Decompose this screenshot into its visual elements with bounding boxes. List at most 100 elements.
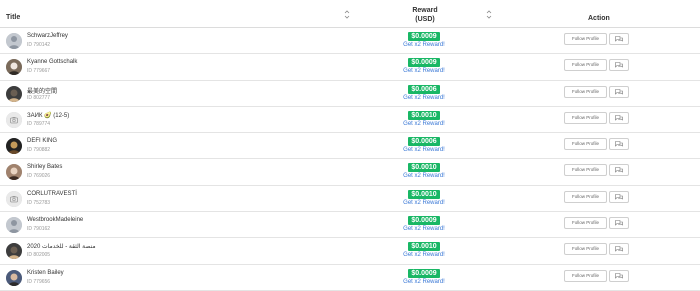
get-x2-reward-link[interactable]: Get x2 Reward!	[392, 121, 456, 127]
chat-icon	[615, 193, 623, 200]
chat-icon	[615, 246, 623, 253]
get-x2-reward-link[interactable]: Get x2 Reward!	[392, 200, 456, 206]
follow-profile-button[interactable]: Follow Profile	[564, 111, 607, 124]
chat-icon	[615, 272, 623, 279]
chat-icon	[615, 88, 623, 95]
avatar[interactable]	[6, 217, 22, 234]
sort-icon[interactable]	[486, 10, 492, 19]
table-row: Kyanne Gottschalk ID 779667 $0.0009 Get x2 …	[0, 54, 700, 81]
reward-badge: $0.0010	[408, 242, 440, 252]
reward-badge: $0.0009	[408, 58, 440, 68]
chat-icon	[615, 167, 623, 174]
message-button[interactable]	[609, 269, 629, 282]
table-row: SchwarzJeffrey ID 790142 $0.0009 Get x2 Rew…	[0, 28, 700, 55]
profile-name[interactable]: ЗАИК 🥑 (12-5)	[27, 112, 69, 119]
profile-id: ID 790882	[27, 147, 51, 154]
message-button[interactable]	[609, 217, 629, 230]
table-row: Shirley Bates ID 769026 $0.0010 Get x2 Rewa…	[0, 159, 700, 186]
reward-header-unit: (USD)	[415, 16, 435, 23]
profile-id: ID 790142	[27, 42, 51, 48]
table-body: SchwarzJeffrey ID 790142 $0.0009 Get x2 Rew…	[0, 28, 700, 291]
table-row: Kristen Bailey ID 779656 $0.0009 Get x2 Rew…	[0, 265, 700, 291]
avatar[interactable]	[6, 59, 22, 76]
profile-id: ID 779656	[27, 278, 51, 285]
get-x2-reward-link[interactable]: Get x2 Reward!	[392, 147, 456, 153]
get-x2-reward-link[interactable]: Get x2 Reward!	[392, 226, 456, 232]
follow-profile-button[interactable]: Follow Profile	[564, 85, 607, 98]
profile-id: ID 769026	[27, 173, 51, 180]
message-button[interactable]	[609, 33, 629, 45]
reward-badge: $0.0010	[408, 110, 440, 120]
profile-name[interactable]: WestbrookMadeleine	[27, 217, 83, 223]
follow-profile-button[interactable]: Follow Profile	[564, 190, 607, 203]
avatar[interactable]	[6, 243, 22, 260]
get-x2-reward-link[interactable]: Get x2 Reward!	[392, 279, 456, 285]
chat-icon	[615, 62, 623, 69]
profile-id: ID 802777	[27, 94, 51, 101]
follow-profile-button[interactable]: Follow Profile	[564, 164, 607, 177]
avatar[interactable]	[6, 164, 22, 181]
profile-name[interactable]: CORLUTRAVESTİ	[27, 191, 77, 197]
profile-name[interactable]: Kyanne Gottschalk	[27, 59, 77, 65]
profile-name[interactable]: Shirley Bates	[27, 164, 62, 170]
profile-name[interactable]: منصة الثقة - للخدمات 2020	[27, 243, 96, 250]
get-x2-reward-link[interactable]: Get x2 Reward!	[392, 173, 456, 179]
follow-profile-button[interactable]: Follow Profile	[564, 243, 607, 256]
reward-badge: $0.0010	[408, 163, 440, 173]
rewards-table: Title Reward (USD) Action SchwarzJeffrey…	[0, 0, 700, 291]
chat-icon	[615, 115, 623, 121]
chat-icon	[615, 141, 623, 147]
profile-id: ID 789774	[27, 120, 51, 127]
profile-name[interactable]: Kristen Bailey	[27, 270, 64, 276]
profile-name[interactable]: SchwarzJeffrey	[27, 33, 68, 39]
message-button[interactable]	[609, 243, 629, 256]
profile-name[interactable]: DEFI KING	[27, 138, 57, 144]
follow-profile-button[interactable]: Follow Profile	[564, 217, 607, 230]
profile-name[interactable]: 最美的空間	[27, 86, 57, 95]
get-x2-reward-link[interactable]: Get x2 Reward!	[392, 252, 456, 258]
follow-profile-button[interactable]: Follow Profile	[564, 33, 607, 45]
avatar[interactable]	[6, 190, 22, 207]
message-button[interactable]	[609, 85, 629, 98]
table-row: ЗАИК 🥑 (12-5) ID 789774 $0.0010 Get x2 Rewa…	[0, 107, 700, 134]
message-button[interactable]	[609, 111, 629, 124]
reward-badge: $0.0006	[408, 137, 440, 147]
profile-id: ID 779667	[27, 68, 51, 75]
reward-badge: $0.0006	[408, 84, 440, 94]
table-row: CORLUTRAVESTİ ID 752783 $0.0010 Get x2 Rewa…	[0, 186, 700, 213]
table-header: Title Reward (USD) Action	[0, 0, 700, 28]
column-title-header[interactable]: Title	[6, 14, 20, 21]
avatar[interactable]	[6, 33, 22, 49]
column-reward-header[interactable]: Reward (USD)	[385, 6, 465, 24]
profile-id: ID 752783	[27, 199, 51, 206]
reward-badge: $0.0009	[408, 268, 440, 278]
avatar[interactable]	[6, 138, 22, 155]
avatar[interactable]	[6, 269, 22, 286]
follow-profile-button[interactable]: Follow Profile	[564, 269, 607, 282]
follow-profile-button[interactable]: Follow Profile	[564, 59, 607, 72]
table-row: DEFI KING ID 790882 $0.0006 Get x2 Reward! F…	[0, 133, 700, 160]
reward-badge: $0.0009	[408, 216, 440, 226]
message-button[interactable]	[609, 138, 629, 151]
table-row: WestbrookMadeleine ID 790162 $0.0009 Get x2…	[0, 212, 700, 239]
reward-badge: $0.0009	[408, 32, 440, 41]
avatar[interactable]	[6, 85, 22, 102]
reward-badge: $0.0010	[408, 189, 440, 199]
message-button[interactable]	[609, 190, 629, 203]
table-row: منصة الثقة - للخدمات 2020 ID 802005 $0.001…	[0, 238, 700, 265]
message-button[interactable]	[609, 59, 629, 72]
get-x2-reward-link[interactable]: Get x2 Reward!	[392, 95, 456, 101]
follow-profile-button[interactable]: Follow Profile	[564, 138, 607, 151]
chat-icon	[615, 220, 623, 226]
profile-id: ID 802005	[27, 252, 51, 259]
avatar[interactable]	[6, 111, 22, 128]
profile-id: ID 790162	[27, 226, 51, 233]
get-x2-reward-link[interactable]: Get x2 Reward!	[392, 68, 456, 74]
sort-icon[interactable]	[344, 10, 350, 19]
column-action-header: Action	[588, 15, 610, 22]
table-row: 最美的空間 ID 802777 $0.0006 Get x2 Reward! Follo…	[0, 81, 700, 107]
get-x2-reward-link[interactable]: Get x2 Reward!	[392, 42, 456, 48]
message-button[interactable]	[609, 164, 629, 177]
reward-header-label: Reward	[412, 7, 438, 14]
chat-icon	[615, 36, 623, 42]
